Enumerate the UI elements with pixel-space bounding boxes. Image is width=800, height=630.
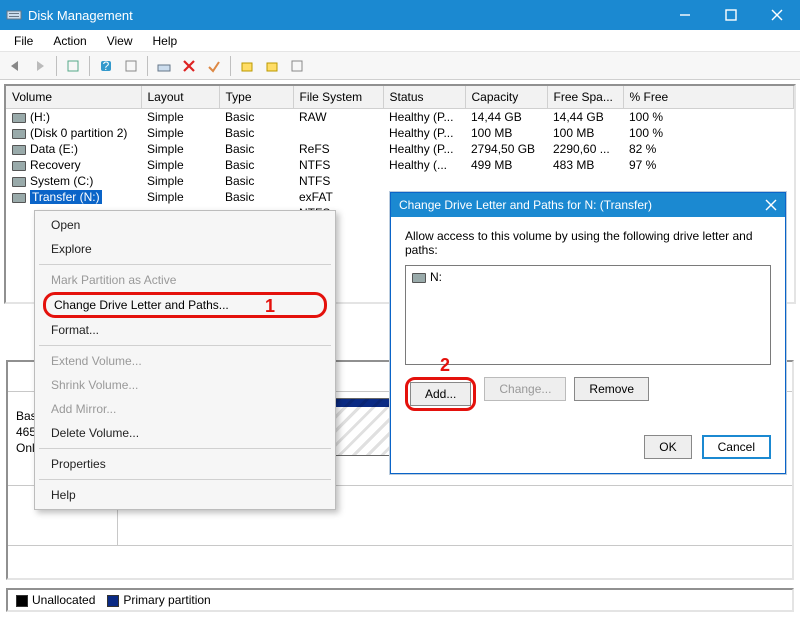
drive-icon — [12, 113, 26, 123]
primary-swatch — [107, 595, 119, 607]
col-type[interactable]: Type — [219, 86, 293, 109]
ctx-format[interactable]: Format... — [37, 318, 333, 342]
menu-view[interactable]: View — [97, 32, 143, 50]
dialog-close-icon[interactable] — [765, 199, 777, 211]
path-entry: N: — [430, 270, 442, 284]
toolbar-icon-6[interactable] — [286, 55, 308, 77]
col-pct[interactable]: % Free — [623, 86, 794, 109]
ctx-properties[interactable]: Properties — [37, 452, 333, 476]
minimize-button[interactable] — [662, 0, 708, 30]
menu-help[interactable]: Help — [143, 32, 188, 50]
callout-1: 1 — [265, 296, 275, 317]
change-letter-dialog: Change Drive Letter and Paths for N: (Tr… — [390, 192, 786, 474]
unallocated-swatch — [16, 595, 28, 607]
toolbar-icon-4[interactable] — [236, 55, 258, 77]
cancel-button[interactable]: Cancel — [702, 435, 771, 459]
drive-icon — [12, 129, 26, 139]
table-row[interactable]: (H:)SimpleBasicRAWHealthy (P...14,44 GB1… — [6, 109, 794, 126]
back-button[interactable] — [4, 55, 26, 77]
drive-icon — [412, 273, 426, 283]
help-icon[interactable]: ? — [95, 55, 117, 77]
table-row[interactable]: RecoverySimpleBasicNTFSHealthy (...499 M… — [6, 157, 794, 173]
legend-unallocated: Unallocated — [32, 593, 95, 607]
ctx-explore[interactable]: Explore — [37, 237, 333, 261]
window-title: Disk Management — [28, 8, 662, 23]
add-button[interactable]: Add... — [410, 382, 471, 406]
ctx-mark-active: Mark Partition as Active — [37, 268, 333, 292]
table-row[interactable]: System (C:)SimpleBasicNTFS — [6, 173, 794, 189]
dialog-prompt: Allow access to this volume by using the… — [405, 229, 771, 257]
ok-button[interactable]: OK — [644, 435, 691, 459]
remove-button[interactable]: Remove — [574, 377, 649, 401]
dialog-title: Change Drive Letter and Paths for N: (Tr… — [399, 198, 765, 212]
menubar: File Action View Help — [0, 30, 800, 52]
col-fs[interactable]: File System — [293, 86, 383, 109]
close-button[interactable] — [754, 0, 800, 30]
drive-icon — [12, 193, 26, 203]
col-volume[interactable]: Volume — [6, 86, 141, 109]
forward-button[interactable] — [29, 55, 51, 77]
maximize-button[interactable] — [708, 0, 754, 30]
table-row[interactable]: (Disk 0 partition 2)SimpleBasicHealthy (… — [6, 125, 794, 141]
menu-file[interactable]: File — [4, 32, 43, 50]
drive-icon — [12, 161, 26, 171]
col-layout[interactable]: Layout — [141, 86, 219, 109]
toolbar-icon-5[interactable] — [261, 55, 283, 77]
ctx-change-letter[interactable]: Change Drive Letter and Paths... — [43, 292, 327, 318]
ctx-help[interactable]: Help — [37, 483, 333, 507]
toolbar: ? — [0, 52, 800, 80]
col-capacity[interactable]: Capacity — [465, 86, 547, 109]
svg-text:?: ? — [103, 59, 110, 73]
col-free[interactable]: Free Spa... — [547, 86, 623, 109]
legend: Unallocated Primary partition — [6, 588, 794, 612]
titlebar: Disk Management — [0, 0, 800, 30]
context-menu: Open Explore Mark Partition as Active Ch… — [34, 210, 336, 510]
drive-icon — [12, 145, 26, 155]
ctx-mirror: Add Mirror... — [37, 397, 333, 421]
col-status[interactable]: Status — [383, 86, 465, 109]
ctx-extend: Extend Volume... — [37, 349, 333, 373]
legend-primary: Primary partition — [123, 593, 210, 607]
drive-icon — [12, 177, 26, 187]
ctx-open[interactable]: Open — [37, 213, 333, 237]
delete-icon[interactable] — [178, 55, 200, 77]
callout-2: 2 — [440, 355, 450, 376]
paths-listbox[interactable]: N: — [405, 265, 771, 365]
ctx-shrink: Shrink Volume... — [37, 373, 333, 397]
toolbar-icon-3[interactable] — [153, 55, 175, 77]
disk-management-icon — [6, 7, 22, 23]
toolbar-icon[interactable] — [62, 55, 84, 77]
ctx-delete[interactable]: Delete Volume... — [37, 421, 333, 445]
menu-action[interactable]: Action — [43, 32, 96, 50]
table-row[interactable]: Data (E:)SimpleBasicReFSHealthy (P...279… — [6, 141, 794, 157]
check-icon[interactable] — [203, 55, 225, 77]
change-button: Change... — [484, 377, 566, 401]
toolbar-icon-2[interactable] — [120, 55, 142, 77]
